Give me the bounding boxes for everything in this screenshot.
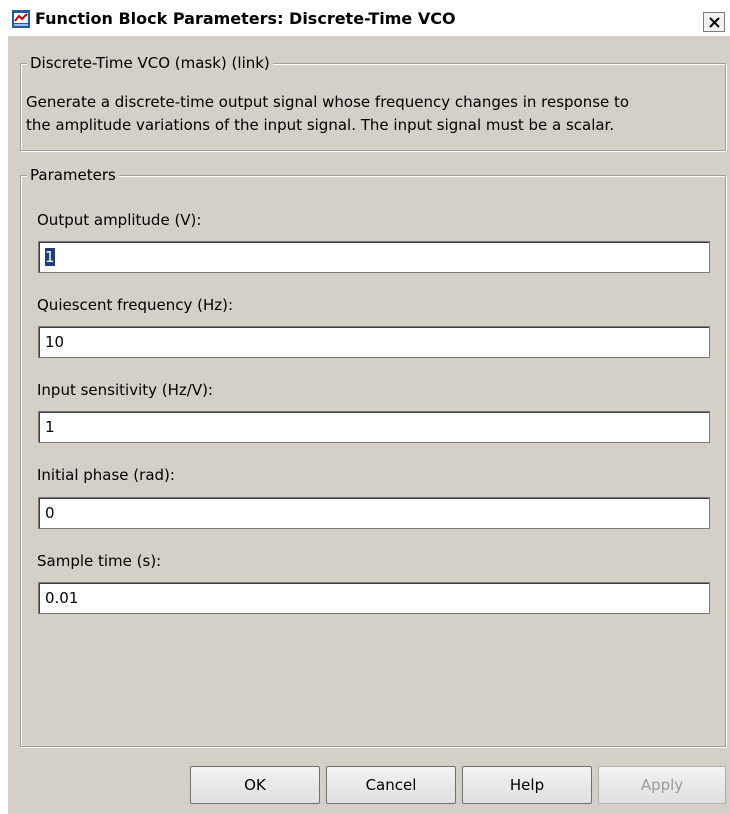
apply-button[interactable]: Apply <box>598 766 726 804</box>
cancel-button[interactable]: Cancel <box>326 766 456 804</box>
mask-description-line-2: the amplitude variations of the input si… <box>26 116 615 134</box>
window-title: Function Block Parameters: Discrete-Time… <box>35 9 456 28</box>
quiescent-frequency-input[interactable]: 10 <box>38 326 710 358</box>
input-sensitivity-input[interactable]: 1 <box>38 411 710 443</box>
sample-time-value: 0.01 <box>45 589 79 607</box>
mask-description: Generate a discrete-time output signal w… <box>26 91 716 137</box>
initial-phase-value: 0 <box>45 504 55 522</box>
initial-phase-label: Initial phase (rad): <box>37 466 175 484</box>
input-sensitivity-value: 1 <box>45 418 55 436</box>
output-amplitude-label: Output amplitude (V): <box>37 211 202 229</box>
output-amplitude-input[interactable]: 1 <box>38 241 710 273</box>
output-amplitude-value: 1 <box>45 248 55 266</box>
close-button[interactable] <box>703 12 725 32</box>
parameters-group-legend: Parameters <box>27 166 119 184</box>
initial-phase-input[interactable]: 0 <box>38 497 710 529</box>
input-sensitivity-label: Input sensitivity (Hz/V): <box>37 381 213 399</box>
sample-time-input[interactable]: 0.01 <box>38 582 710 614</box>
sample-time-label: Sample time (s): <box>37 552 162 570</box>
simulink-block-icon <box>12 10 30 28</box>
quiescent-frequency-value: 10 <box>45 333 65 351</box>
mask-description-line-1: Generate a discrete-time output signal w… <box>26 93 630 111</box>
mask-group-legend: Discrete-Time VCO (mask) (link) <box>27 54 273 72</box>
close-icon <box>709 17 720 28</box>
title-bar: Function Block Parameters: Discrete-Time… <box>0 0 730 36</box>
quiescent-frequency-label: Quiescent frequency (Hz): <box>37 296 234 314</box>
ok-button[interactable]: OK <box>190 766 320 804</box>
help-button[interactable]: Help <box>462 766 592 804</box>
